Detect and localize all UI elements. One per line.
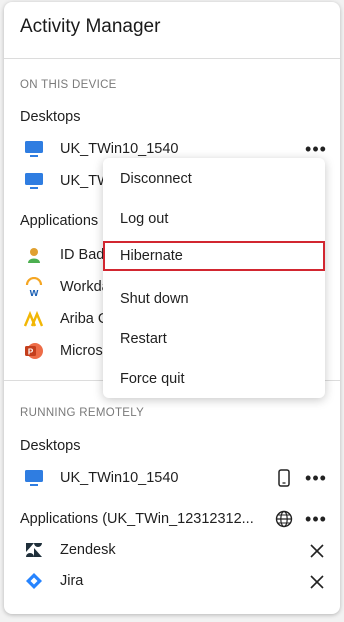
applications-group-remote: Applications (UK_TWin_12312312... ••• <box>4 504 340 534</box>
app-row-zendesk[interactable]: Zendesk <box>4 535 340 565</box>
id-badge-icon <box>24 246 44 264</box>
menu-item-shut-down[interactable]: Shut down <box>103 281 325 317</box>
jira-icon <box>24 572 44 590</box>
menu-item-force-quit[interactable]: Force quit <box>103 361 325 397</box>
section-label-remote: RUNNING REMOTELY <box>20 407 145 419</box>
desktops-heading-remote: Desktops <box>20 438 81 454</box>
section-label-on-device: ON THIS DEVICE <box>20 79 117 91</box>
monitor-icon <box>24 469 44 487</box>
app-name: Microsoft PowerPoint <box>60 343 104 359</box>
app-name: Ariba Guided Buying <box>60 311 104 327</box>
more-options-icon[interactable]: ••• <box>304 138 328 160</box>
globe-icon <box>274 509 294 529</box>
svg-text:P: P <box>28 348 34 357</box>
menu-item-disconnect[interactable]: Disconnect <box>103 161 325 197</box>
close-icon[interactable] <box>306 540 328 562</box>
zendesk-icon <box>24 541 44 559</box>
applications-heading-remote: Applications (UK_TWin_12312312... <box>20 511 254 527</box>
svg-text:w: w <box>29 287 39 297</box>
menu-item-hibernate[interactable]: Hibernate <box>103 241 325 271</box>
desktop-row-remote-1[interactable]: UK_TWin10_1540 ••• <box>4 463 340 493</box>
window-title: Activity Manager <box>20 16 161 37</box>
app-name: ID Badge <box>60 247 104 263</box>
app-name: Workday <box>60 279 104 295</box>
ariba-icon <box>24 310 44 328</box>
more-options-icon[interactable]: ••• <box>304 508 328 530</box>
app-row-jira[interactable]: Jira <box>4 566 340 596</box>
mobile-device-icon <box>274 468 294 488</box>
header-divider <box>4 58 340 59</box>
menu-item-log-out[interactable]: Log out <box>103 201 325 237</box>
workday-icon: w <box>24 277 44 297</box>
desktop-name: UK_TWin10_1540 <box>60 141 179 157</box>
context-menu: Disconnect Log out Hibernate Shut down R… <box>103 158 325 398</box>
applications-heading-local: Applications <box>20 213 99 229</box>
desktop-name: UK_TWin10_1540 <box>60 470 179 486</box>
powerpoint-icon: P <box>24 342 44 360</box>
more-options-icon[interactable]: ••• <box>304 467 328 489</box>
desktops-heading-local: Desktops <box>20 109 81 125</box>
desktop-name: UK_TWin10_1540 <box>60 173 104 189</box>
monitor-icon <box>24 172 44 190</box>
app-name: Jira <box>60 573 84 589</box>
monitor-icon <box>24 140 44 158</box>
menu-item-restart[interactable]: Restart <box>103 321 325 357</box>
close-icon[interactable] <box>306 571 328 593</box>
app-name: Zendesk <box>60 542 116 558</box>
